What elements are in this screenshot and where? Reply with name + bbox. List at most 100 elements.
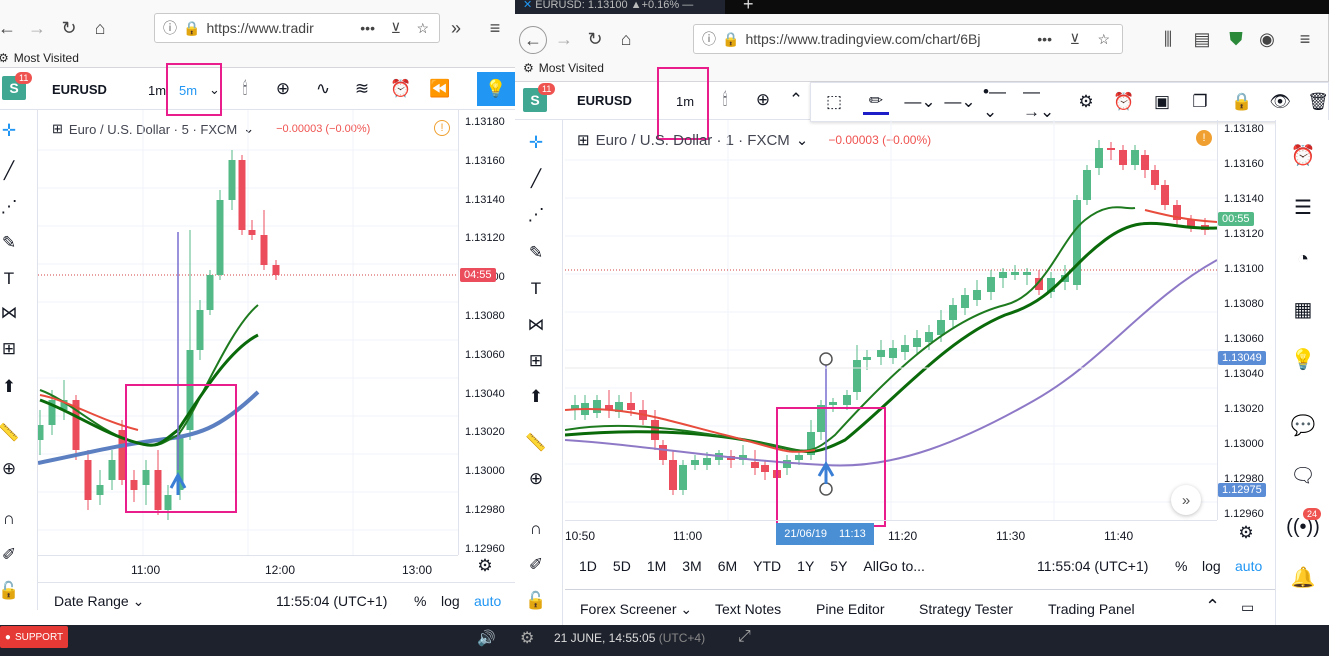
brush-icon[interactable]: ✎ — [523, 240, 549, 266]
tab-forex-screener[interactable]: Forex Screener ⌄ — [580, 601, 692, 618]
lock-drawings-icon[interactable]: ✐ — [523, 552, 549, 578]
percent-toggle[interactable]: % — [414, 593, 426, 609]
left-price-scale[interactable]: 1.131801.131601.131401.131201.131001.130… — [458, 110, 515, 555]
left-price-chart[interactable] — [38, 110, 458, 555]
right-price-scale[interactable]: 1.13180 1.13160 1.13140 1.13120 1.13100 1.130… — [1217, 120, 1273, 520]
account-icon[interactable]: ◉ — [1256, 28, 1278, 50]
calendar-icon[interactable]: ▦ — [1288, 294, 1318, 324]
watchlist-icon[interactable]: ☰ — [1288, 192, 1318, 222]
right-time-axis[interactable]: 10:50 11:00 11:20 11:30 11:40 21/06/19 11… — [565, 520, 1217, 548]
bookmark-most-visited[interactable]: ⚙ Most Visited — [0, 51, 79, 65]
lock-drawings-icon[interactable]: ✐ — [0, 542, 22, 568]
fib-icon[interactable]: ⋰ — [523, 202, 549, 228]
range-1m[interactable]: 1M — [647, 558, 666, 574]
crosshair-icon[interactable]: ✛ — [0, 118, 22, 144]
chat-icon[interactable]: 💬 — [1288, 410, 1318, 440]
settings-icon[interactable]: ⚙ — [1073, 89, 1099, 115]
arrow-up-icon[interactable]: ⬆ — [0, 374, 22, 400]
notifications-icon[interactable]: 🔔 — [1288, 562, 1318, 592]
magnet-icon[interactable]: ∩ — [0, 506, 22, 532]
forecast-icon[interactable]: ⊞ — [523, 348, 549, 374]
add-indicator-icon[interactable]: ⊕ — [270, 76, 296, 102]
auto-toggle[interactable]: auto — [1235, 558, 1262, 574]
range-1y[interactable]: 1Y — [797, 558, 814, 574]
chart-settings-icon[interactable]: ⚙ — [472, 553, 498, 579]
brush-icon[interactable]: ✎ — [0, 230, 22, 256]
back-icon[interactable]: ← — [519, 26, 547, 54]
menu-icon[interactable]: ≡ — [484, 17, 506, 39]
bookmark-most-visited[interactable]: ⚙ Most Visited — [523, 61, 604, 75]
trendline-icon[interactable]: ╱ — [523, 166, 549, 192]
left-time-axis[interactable]: 11:00 12:00 13:00 — [38, 555, 458, 582]
text-tool-icon[interactable]: T — [0, 266, 22, 292]
left-url-bar[interactable]: ⓘ 🔒 https://www.tradir ••• ⊻ ☆ — [154, 13, 440, 43]
ideas-icon[interactable]: 💡 — [1288, 344, 1318, 374]
back-icon[interactable]: ← — [0, 17, 18, 39]
zoom-icon[interactable]: ⊕ — [523, 466, 549, 492]
line-start-icon[interactable]: •—⌄ — [983, 82, 1017, 121]
range-all[interactable]: All — [863, 558, 879, 574]
hotlists-icon[interactable]: ◔ — [1288, 244, 1318, 274]
overflow-icon[interactable]: » — [445, 17, 467, 39]
more-icon[interactable]: ••• — [1037, 31, 1052, 47]
home-icon[interactable]: ⌂ — [89, 17, 111, 39]
fib-icon[interactable]: ⋰ — [0, 194, 22, 220]
select-area-icon[interactable]: ⬚ — [821, 89, 847, 115]
shield-icon[interactable]: ⛊ — [1225, 28, 1247, 50]
support-button[interactable]: ● SUPPORT — [0, 626, 68, 648]
alert-icon[interactable]: ⏰ — [388, 76, 414, 102]
menu-icon[interactable]: ≡ — [1294, 28, 1316, 50]
compare-icon[interactable]: ≋ — [349, 76, 375, 102]
trendline-icon[interactable]: ╱ — [0, 158, 22, 184]
active-tab[interactable]: ✕ EURUSD: 1.13100 ▲+0.16% — — [515, 0, 725, 14]
maximize-icon[interactable]: ▭ — [1241, 599, 1254, 616]
pattern-icon[interactable]: ⋈ — [523, 312, 549, 338]
fullscreen-icon[interactable]: ⤢ — [738, 628, 751, 646]
new-tab-icon[interactable]: + — [743, 0, 754, 15]
pattern-icon[interactable]: ⋈ — [0, 300, 22, 326]
reload-icon[interactable]: ↻ — [58, 17, 80, 39]
line-width-icon[interactable]: —⌄ — [903, 89, 937, 115]
unlock-icon[interactable]: 🔓 — [0, 578, 22, 604]
volume-icon[interactable]: 🔊 — [477, 629, 496, 647]
alarm-clock-icon[interactable]: ⏰ — [1288, 140, 1318, 170]
tab-trading-panel[interactable]: Trading Panel — [1048, 601, 1135, 617]
timeframe-1m[interactable]: 1m — [148, 83, 166, 98]
trash-icon[interactable]: 🗑 — [1305, 89, 1329, 115]
line-end-icon[interactable]: —→⌄ — [1023, 82, 1059, 121]
visual-order-icon[interactable]: ▣ — [1149, 89, 1175, 115]
right-url-bar[interactable]: ⓘ 🔒 https://www.tradingview.com/chart/6B… — [693, 24, 1123, 54]
range-1d[interactable]: 1D — [579, 558, 597, 574]
replay-icon[interactable]: ⏪ — [427, 76, 453, 102]
more-icon[interactable]: ••• — [360, 20, 375, 36]
line-style-icon[interactable]: —⌄ — [943, 89, 977, 115]
log-toggle[interactable]: log — [1202, 558, 1221, 574]
arrow-up-icon[interactable]: ⬆ — [523, 384, 549, 410]
text-tool-icon[interactable]: T — [523, 276, 549, 302]
pocket-icon[interactable]: ⊻ — [391, 20, 401, 37]
bookmark-star-icon[interactable]: ☆ — [1097, 31, 1110, 48]
lightbulb-icon[interactable]: 💡 — [477, 72, 515, 106]
range-5y[interactable]: 5Y — [830, 558, 847, 574]
messages-icon[interactable]: 🗨 — [1288, 460, 1318, 490]
collapse-icon[interactable]: ⌃ — [1205, 596, 1220, 617]
tab-pine-editor[interactable]: Pine Editor — [816, 601, 884, 617]
symbol-search[interactable]: EURUSD — [577, 93, 632, 108]
crosshair-icon[interactable]: ✛ — [523, 130, 549, 156]
forecast-icon[interactable]: ⊞ — [0, 336, 22, 362]
candle-style-icon[interactable]: 🕯 — [712, 87, 738, 113]
range-6m[interactable]: 6M — [718, 558, 737, 574]
indicators-icon[interactable]: ∿ — [310, 76, 336, 102]
sidebar-icon[interactable]: ▤ — [1191, 28, 1213, 50]
tab-strategy-tester[interactable]: Strategy Tester — [919, 601, 1013, 617]
zoom-icon[interactable]: ⊕ — [0, 456, 22, 482]
add-indicator-icon[interactable]: ⊕ — [750, 87, 776, 113]
chevron-icon[interactable]: ⌃ — [783, 87, 809, 113]
range-5d[interactable]: 5D — [613, 558, 631, 574]
symbol-search[interactable]: EURUSD — [52, 82, 107, 97]
line-color-icon[interactable]: ✏ — [863, 89, 889, 115]
alert-add-icon[interactable]: ⏰ — [1111, 89, 1137, 115]
unlock-icon[interactable]: 🔓 — [523, 588, 549, 614]
range-3m[interactable]: 3M — [682, 558, 701, 574]
goto-button[interactable]: Go to... — [879, 558, 925, 574]
